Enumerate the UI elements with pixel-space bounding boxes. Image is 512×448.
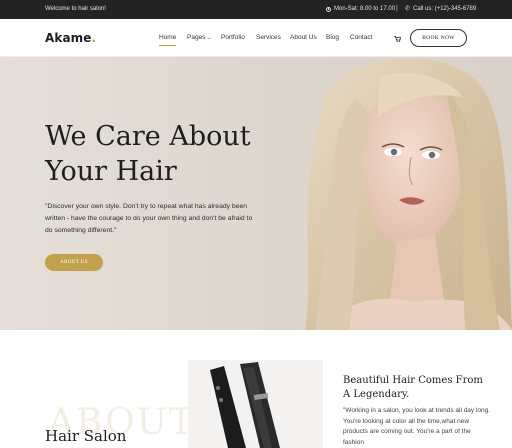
hero-title: We Care About Your Hair <box>45 119 275 189</box>
topbar-separator: | <box>396 5 398 12</box>
hero-section: We Care About Your Hair "Discover your o… <box>0 57 512 330</box>
phone-contact[interactable]: ✆ Call us: (+12)-345-6789 <box>405 6 476 12</box>
top-bar: Welcome to hair salon! Mon-Sat: 8.00 to … <box>0 0 512 19</box>
nav-item-pages-label[interactable]: Pages <box>187 34 205 41</box>
hero-title-line1: We Care About <box>45 121 251 152</box>
salon-quote: "Working in a salon, you look at trends … <box>343 407 491 446</box>
nav-item-home[interactable]: Home <box>159 34 177 46</box>
nav-item-portfolio[interactable]: Portfolio <box>221 34 245 41</box>
nav-item-about-us[interactable]: About Us <box>290 34 317 41</box>
hero-model-image <box>305 58 512 330</box>
hours-text: Mon-Sat: 8.00 to 17.00 <box>334 6 396 12</box>
logo-dot: . <box>91 31 97 45</box>
clock-icon <box>326 6 331 12</box>
nav-item-contact[interactable]: Contact <box>350 34 372 41</box>
hero-quote: "Discover your own style. Don't try to r… <box>45 203 253 234</box>
hero-title-line2: Your Hair <box>45 156 177 187</box>
logo-text[interactable]: Akame <box>45 31 92 45</box>
book-now-button[interactable]: BOOK NOW <box>410 29 467 47</box>
about-heading: Hair Salon <box>45 427 127 445</box>
about-us-button[interactable]: ABOUT US <box>45 254 103 271</box>
main-navbar: Akame. Home Pages ⌄ Portfolio Services A… <box>0 19 512 57</box>
nav-item-services[interactable]: Services <box>256 34 281 41</box>
site-logo[interactable]: Akame. <box>45 31 96 45</box>
chevron-down-icon: ⌄ <box>207 35 212 41</box>
phone-icon: ✆ <box>405 6 411 12</box>
phone-text[interactable]: Call us: (+12)-345-6789 <box>413 6 476 12</box>
welcome-text: Welcome to hair salon! <box>45 6 106 12</box>
cart-icon[interactable] <box>394 36 401 42</box>
opening-hours: Mon-Sat: 8.00 to 17.00 <box>326 6 395 12</box>
hair-straightener-image <box>188 360 323 448</box>
about-section: ABOUT Hair Salon Beautiful Hair Comes Fr… <box>0 330 512 448</box>
nav-item-blog[interactable]: Blog <box>326 34 339 41</box>
nav-item-pages[interactable]: Pages ⌄ <box>187 34 211 41</box>
beautiful-hair-title: Beautiful Hair Comes From A Legendary. <box>343 375 483 400</box>
